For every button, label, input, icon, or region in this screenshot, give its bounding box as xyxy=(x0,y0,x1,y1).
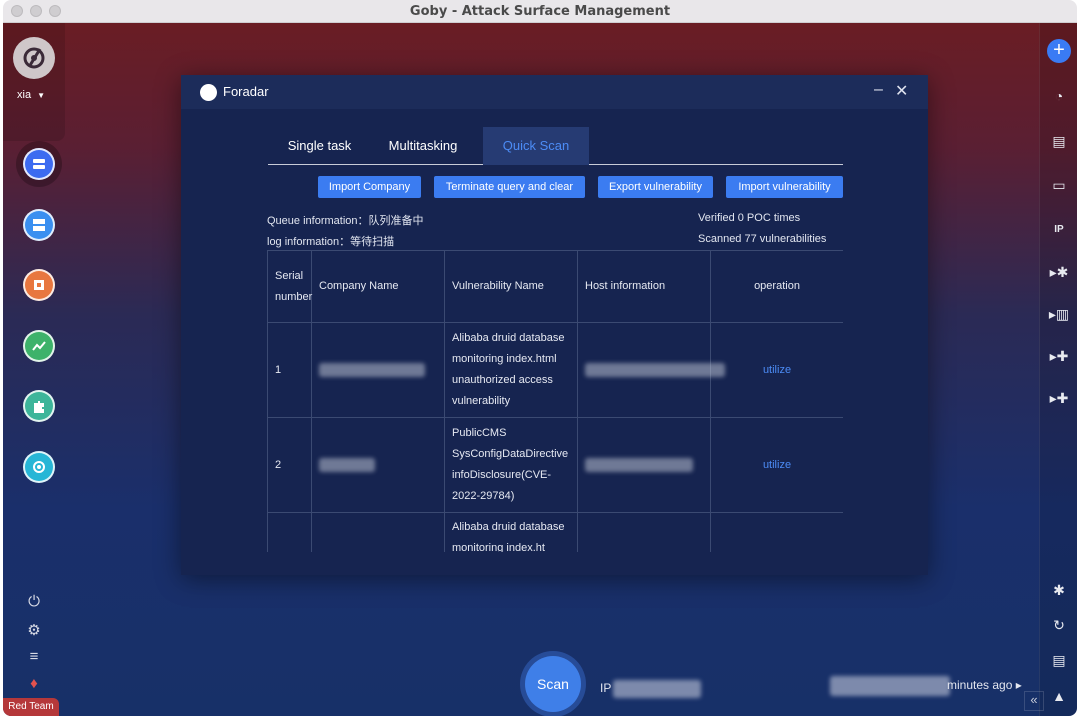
company-cell xyxy=(311,512,445,552)
utilize-link[interactable]: utilize xyxy=(710,417,843,513)
status-redacted xyxy=(830,676,950,696)
user-name: xia xyxy=(17,89,32,101)
tab-bar: Single task Multitasking Quick Scan xyxy=(268,127,843,165)
dialog-header: Foradar – ✕ xyxy=(181,75,928,109)
statistics-icon[interactable] xyxy=(23,330,55,362)
scanned-count: Scanned 77 vulnerabilities xyxy=(698,233,827,245)
left-sidebar-header: xia ▼ xyxy=(3,23,65,141)
asset-list-icon[interactable] xyxy=(23,209,55,241)
company-cell xyxy=(311,417,445,513)
col-header-operation: operation xyxy=(710,250,843,323)
verified-count: Verified 0 POC times xyxy=(698,212,801,224)
warning-icon[interactable]: ▲ xyxy=(1049,686,1069,706)
app-window: Goby - Attack Surface Management xia ▼ ⏻ … xyxy=(3,0,1077,716)
last-scan-time-text: minutes ago xyxy=(947,678,1013,692)
row-number: 2 xyxy=(267,417,312,513)
host-cell xyxy=(577,417,711,513)
app-body: xia ▼ ⏻ ⚙ ≡ ♦ Red Team + ◔ ▤ ▭ IP ▸✱ ▸▥ ▸… xyxy=(3,23,1077,716)
title-bar: Goby - Attack Surface Management xyxy=(3,0,1077,23)
col-header-company: Company Name xyxy=(311,250,445,323)
chart-expand-icon[interactable]: ▸▥ xyxy=(1049,304,1069,324)
log-info: log information：等待扫描 xyxy=(267,236,395,248)
extension-icon[interactable] xyxy=(23,390,55,422)
host-redacted xyxy=(585,362,725,377)
webhook-icon[interactable] xyxy=(23,451,55,483)
table-row: 2 PublicCMS SysConfigDataDirective infoD… xyxy=(267,417,843,513)
host-cell xyxy=(577,512,711,552)
import-company-button[interactable]: Import Company xyxy=(318,176,421,198)
refresh-icon[interactable]: ↻ xyxy=(1049,615,1069,635)
col-header-host: Host information xyxy=(577,250,711,323)
plugin-expand-icon[interactable]: ▸✚ xyxy=(1049,346,1069,366)
settings-gear-icon[interactable]: ⚙ xyxy=(25,621,43,639)
host-redacted xyxy=(585,457,693,472)
monitor-icon[interactable]: ▭ xyxy=(1049,175,1069,195)
vulnerability-table: Serial number Company Name Vulnerability… xyxy=(267,250,843,552)
power-icon[interactable]: ⏻ xyxy=(25,593,43,610)
goby-logo-icon[interactable] xyxy=(13,37,55,79)
close-icon[interactable]: ✕ xyxy=(895,81,908,101)
ip-icon[interactable]: IP xyxy=(1049,219,1069,239)
host-cell xyxy=(577,322,725,418)
bug-scan-icon[interactable]: ✱ xyxy=(1049,580,1069,600)
last-scan-time: minutes ago ▸ xyxy=(947,678,1022,692)
foradar-dialog: Foradar – ✕ Single task Multitasking Qui… xyxy=(181,75,928,575)
plugin-settings-expand-icon[interactable]: ▸✚ xyxy=(1049,388,1069,408)
company-redacted xyxy=(319,362,425,377)
row-number xyxy=(267,512,312,552)
window-title: Goby - Attack Surface Management xyxy=(409,4,671,19)
log-file-icon[interactable]: ▤ xyxy=(1049,650,1069,670)
utilize-link[interactable]: utilize xyxy=(710,322,843,418)
bug-expand-icon[interactable]: ▸✱ xyxy=(1049,262,1069,282)
table-row: Alibaba druid database monitoring index.… xyxy=(267,512,843,552)
row-number: 1 xyxy=(267,322,312,418)
ip-label: IP xyxy=(600,681,612,695)
vulnerability-cell: Alibaba druid database monitoring index.… xyxy=(444,322,578,418)
import-vulnerability-button[interactable]: Import vulnerability xyxy=(726,176,843,198)
foradar-logo-icon xyxy=(200,84,217,101)
dialog-title: Foradar xyxy=(223,84,269,99)
company-cell xyxy=(311,322,445,418)
tab-multitasking[interactable]: Multitasking xyxy=(371,127,475,165)
col-header-serial: Serial number xyxy=(267,250,312,323)
operation-cell xyxy=(710,512,843,552)
vulnerability-cell: PublicCMS SysConfigDataDirective infoDis… xyxy=(444,417,578,513)
scan-task-icon[interactable] xyxy=(23,148,55,180)
menu-icon[interactable]: ≡ xyxy=(25,648,43,665)
tab-quick-scan[interactable]: Quick Scan xyxy=(483,127,589,165)
minimize-icon[interactable]: – xyxy=(874,81,883,99)
collapse-icon[interactable]: « xyxy=(1024,691,1044,711)
ip-redacted xyxy=(613,680,701,698)
scan-button[interactable]: Scan xyxy=(525,656,581,712)
terminate-query-button[interactable]: Terminate query and clear xyxy=(434,176,585,198)
add-icon[interactable]: + xyxy=(1047,39,1071,63)
tab-single-task[interactable]: Single task xyxy=(268,127,371,165)
queue-info: Queue information：队列准备中 xyxy=(267,215,424,227)
history-clock-icon[interactable]: ◔ xyxy=(1049,86,1069,106)
report-icon[interactable]: ▤ xyxy=(1049,131,1069,151)
shield-icon[interactable]: ♦ xyxy=(25,675,43,692)
col-header-vulnerability: Vulnerability Name xyxy=(444,250,578,323)
table-header-row: Serial number Company Name Vulnerability… xyxy=(267,250,843,323)
company-redacted xyxy=(319,457,375,472)
right-sidebar: + ◔ ▤ ▭ IP ▸✱ ▸▥ ▸✚ ▸✚ ✱ ↻ ▤ ▲ xyxy=(1039,23,1077,716)
red-team-badge[interactable]: Red Team xyxy=(3,698,59,716)
export-vulnerability-button[interactable]: Export vulnerability xyxy=(598,176,713,198)
vulnerability-icon[interactable] xyxy=(23,269,55,301)
vulnerability-cell: Alibaba druid database monitoring index.… xyxy=(444,512,578,552)
user-menu[interactable]: xia ▼ xyxy=(17,89,45,101)
table-row: 1 Alibaba druid database monitoring inde… xyxy=(267,322,843,418)
chevron-down-icon: ▼ xyxy=(37,91,45,100)
